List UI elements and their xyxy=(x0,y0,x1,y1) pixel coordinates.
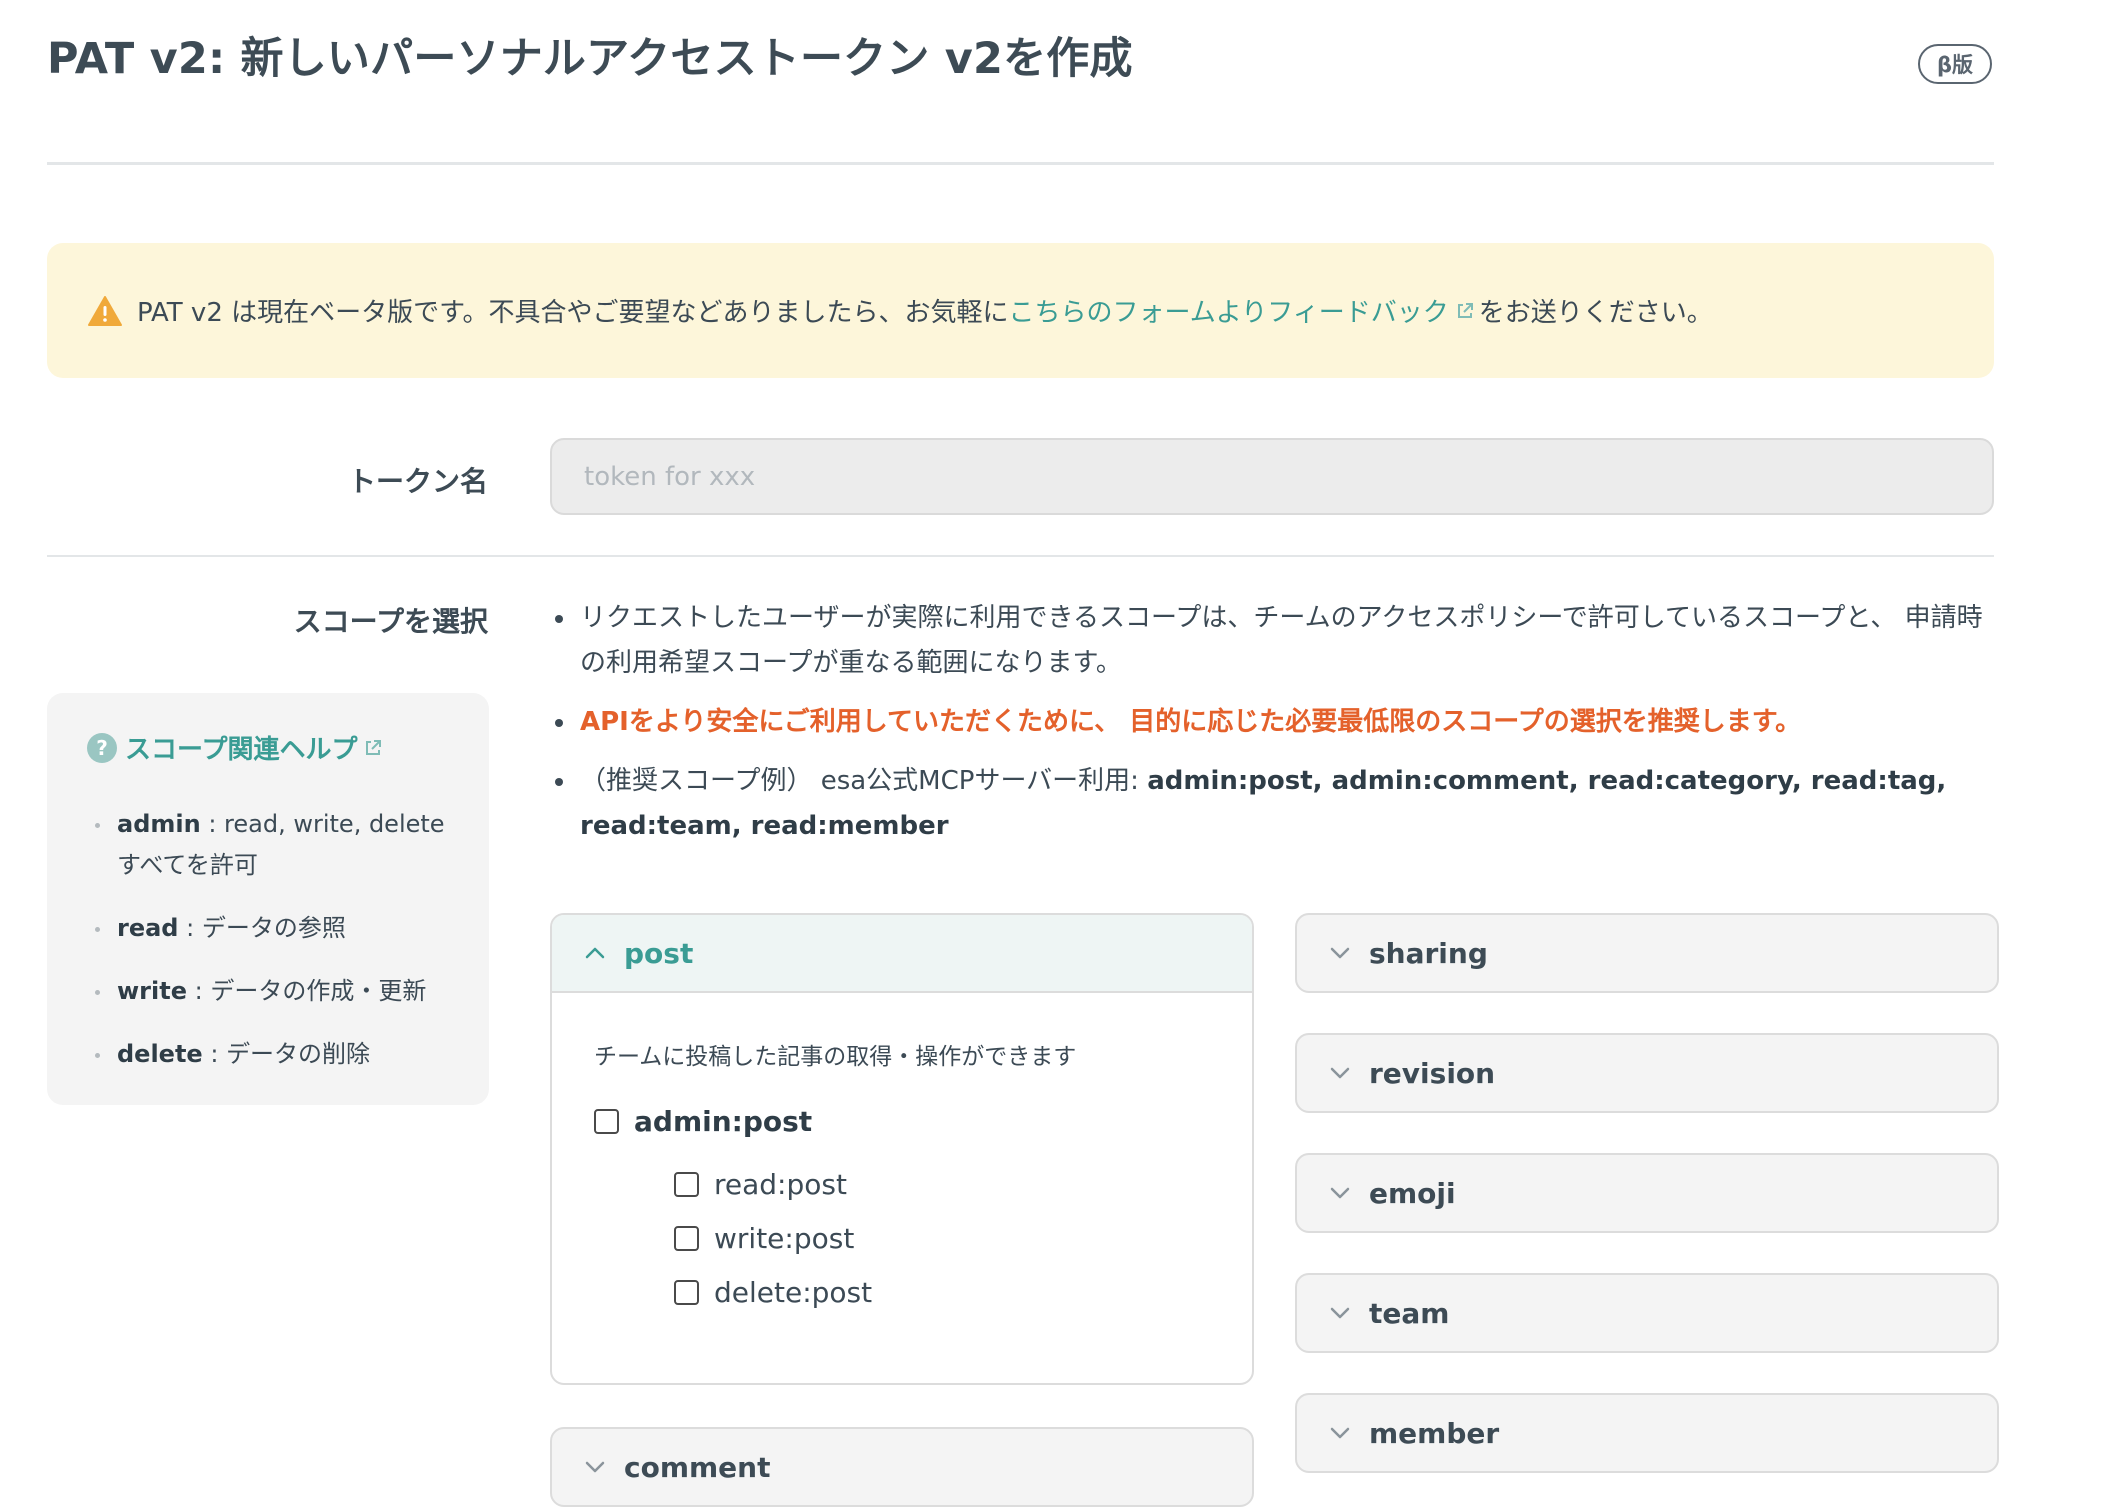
chevron-down-icon xyxy=(1330,1307,1350,1319)
scope-checkbox-write-post[interactable]: write:post xyxy=(674,1222,1252,1255)
scope-group-sharing[interactable]: sharing xyxy=(1295,913,1999,993)
scope-group-name: comment xyxy=(624,1450,771,1484)
chevron-down-icon xyxy=(1330,1187,1350,1199)
header-divider xyxy=(47,162,1994,165)
page: PAT v2: 新しいパーソナルアクセストークン v2を作成 β版 PAT v2… xyxy=(0,0,2120,1508)
scope-group-post: post チームに投稿した記事の取得・操作ができます admin:post re… xyxy=(550,913,1254,1385)
page-title: PAT v2: 新しいパーソナルアクセストークン v2を作成 xyxy=(47,34,1133,84)
scope-help-title: スコープ関連ヘルプ xyxy=(125,735,358,765)
alert-text-after: をお送りください。 xyxy=(1478,298,1713,328)
checkbox[interactable] xyxy=(674,1280,699,1305)
scope-help-link[interactable]: ? スコープ関連ヘルプ xyxy=(87,729,489,766)
scope-note-warning: APIをより安全にご利用していただくために、 目的に応じた必要最低限のスコープの… xyxy=(555,700,1995,745)
question-icon: ? xyxy=(87,732,117,763)
warning-icon xyxy=(88,295,122,326)
checkbox[interactable] xyxy=(674,1172,699,1197)
checkbox[interactable] xyxy=(594,1109,619,1134)
chevron-down-icon xyxy=(1330,1067,1350,1079)
chevron-down-icon xyxy=(1330,947,1350,959)
checkbox[interactable] xyxy=(674,1226,699,1251)
section-divider xyxy=(47,555,1994,557)
scope-group-name: sharing xyxy=(1369,936,1488,970)
scope-checkbox-admin-post[interactable]: admin:post xyxy=(594,1105,1252,1138)
scope-label: スコープを選択 xyxy=(293,605,488,638)
beta-alert: PAT v2 は現在ベータ版です。不具合やご要望などありましたら、お気軽に こち… xyxy=(47,243,1994,378)
alert-text-before: PAT v2 は現在ベータ版です。不具合やご要望などありましたら、お気軽に xyxy=(137,298,1009,328)
scope-group-name: post xyxy=(624,936,694,970)
scope-group-post-header[interactable]: post xyxy=(552,915,1252,993)
beta-badge: β版 xyxy=(1918,44,1992,84)
external-link-icon xyxy=(366,739,382,755)
list-item: delete : データの削除 xyxy=(87,1034,467,1075)
scope-help-list: admin : read, write, delete すべてを許可 read … xyxy=(87,804,489,1075)
scope-help-box: ? スコープ関連ヘルプ admin : read, write, delete … xyxy=(47,693,489,1105)
scope-group-revision[interactable]: revision xyxy=(1295,1033,1999,1113)
scope-group-comment[interactable]: comment xyxy=(550,1427,1254,1507)
scope-group-name: member xyxy=(1369,1416,1500,1450)
token-name-label: トークン名 xyxy=(347,465,488,498)
scope-group-name: emoji xyxy=(1369,1176,1456,1210)
feedback-form-link[interactable]: こちらのフォームよりフィードバック xyxy=(1009,292,1449,329)
scope-group-description: チームに投稿した記事の取得・操作ができます xyxy=(594,1044,1077,1070)
scope-notes: リクエストしたユーザーが実際に利用できるスコープは、チームのアクセスポリシーで許… xyxy=(555,596,1995,863)
scope-checkbox-read-post[interactable]: read:post xyxy=(674,1168,1252,1201)
list-item: read : データの参照 xyxy=(87,908,467,949)
chevron-down-icon xyxy=(1330,1427,1350,1439)
scope-checkbox-delete-post[interactable]: delete:post xyxy=(674,1276,1252,1309)
token-name-input[interactable] xyxy=(550,438,1994,515)
scope-group-emoji[interactable]: emoji xyxy=(1295,1153,1999,1233)
chevron-up-icon xyxy=(585,947,605,959)
scope-group-name: revision xyxy=(1369,1056,1496,1090)
scope-group-name: team xyxy=(1369,1296,1450,1330)
scope-note: （推奨スコープ例） esa公式MCPサーバー利用: admin:post, ad… xyxy=(555,759,1995,849)
scope-group-member[interactable]: member xyxy=(1295,1393,1999,1473)
external-link-icon xyxy=(1457,302,1473,318)
chevron-down-icon xyxy=(585,1461,605,1473)
scope-group-team[interactable]: team xyxy=(1295,1273,1999,1353)
scope-note: リクエストしたユーザーが実際に利用できるスコープは、チームのアクセスポリシーで許… xyxy=(555,596,1995,686)
list-item: admin : read, write, delete すべてを許可 xyxy=(87,804,467,886)
list-item: write : データの作成・更新 xyxy=(87,971,467,1012)
